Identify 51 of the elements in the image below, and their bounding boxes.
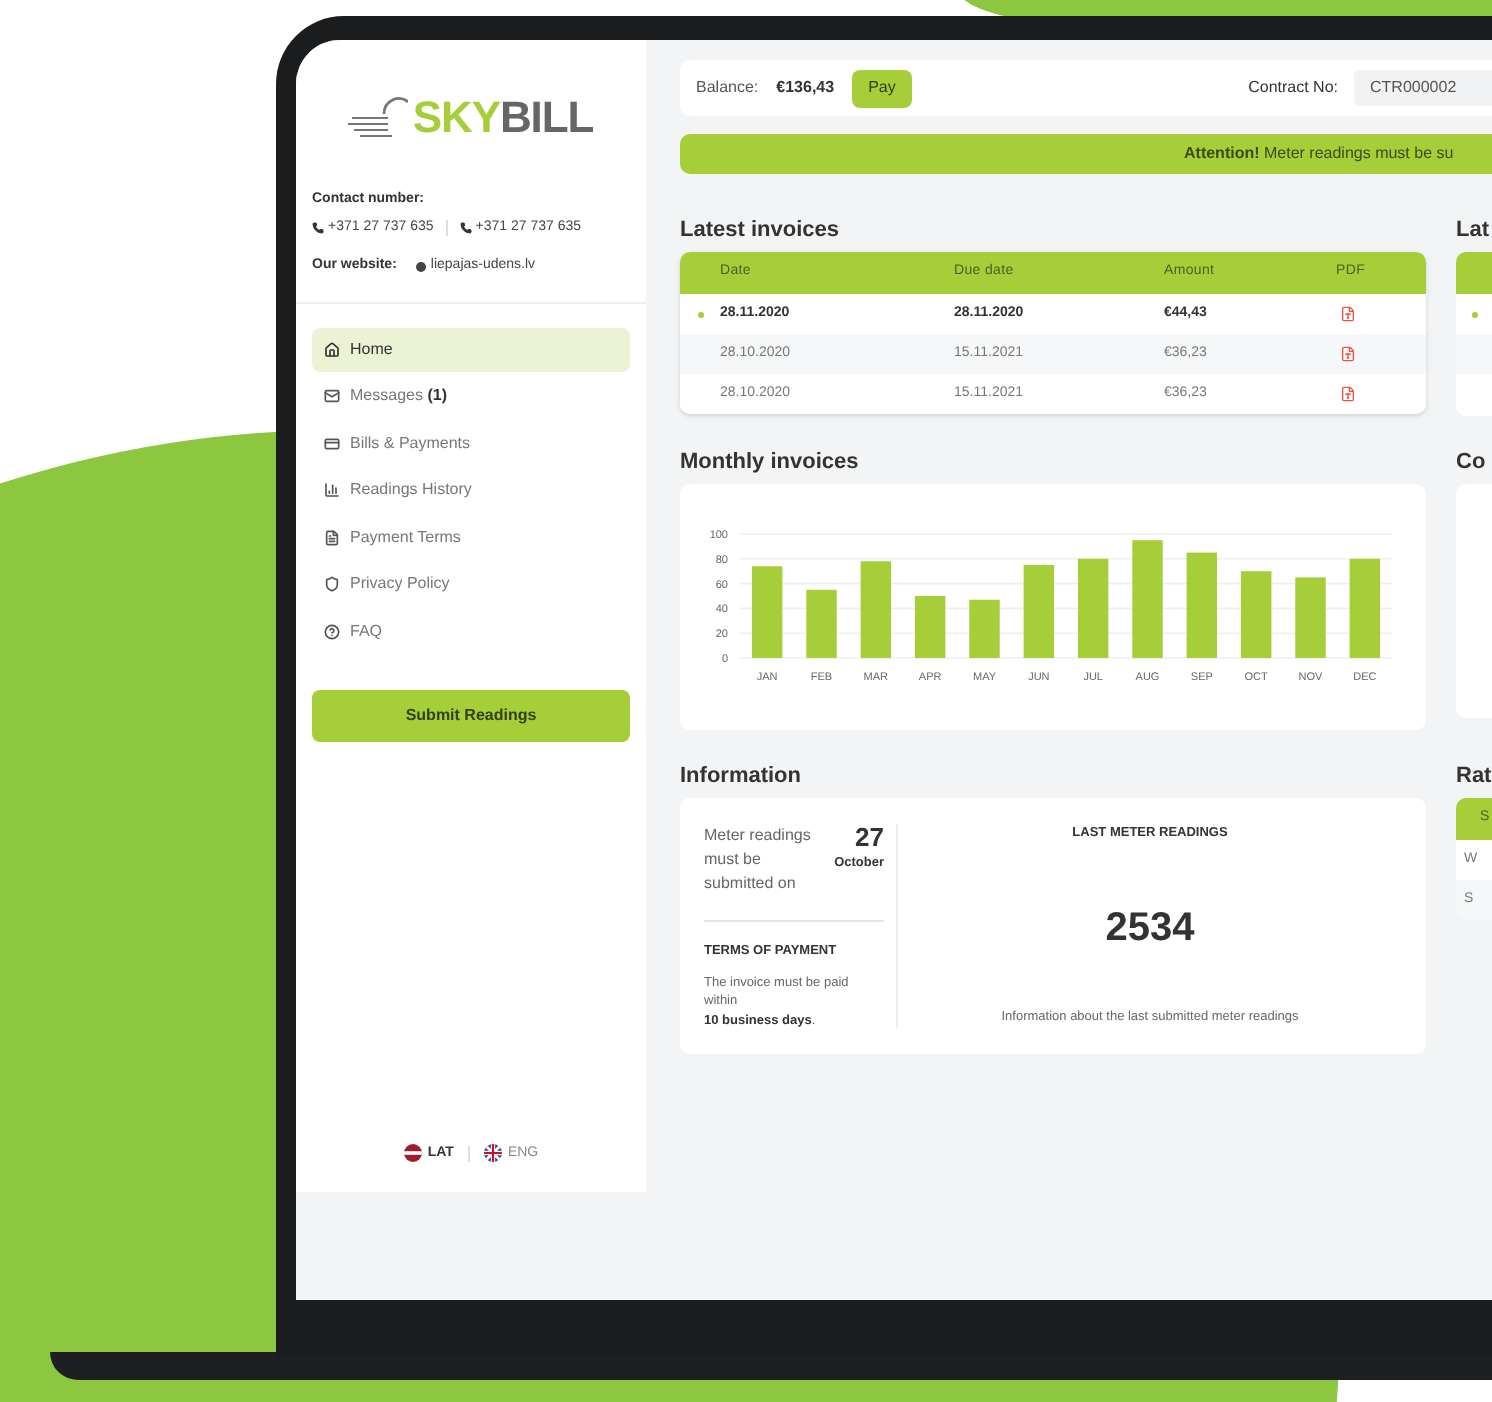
pay-button[interactable]: Pay (852, 69, 912, 107)
section-title: Co (1456, 448, 1488, 478)
attention-text: Attention! Meter readings must be su (1184, 142, 1454, 166)
section-title: Information (680, 762, 803, 792)
card-icon (324, 435, 340, 451)
chart-bar (860, 561, 892, 658)
balance-value: €136,43 (776, 76, 835, 100)
chart-bar (1295, 577, 1326, 658)
nav-item[interactable]: Bills & Payments (312, 421, 630, 465)
pdf-icon[interactable] (1340, 306, 1356, 322)
section-title: Monthly invoices (680, 448, 861, 478)
shield-icon (324, 576, 340, 592)
section-title: Lat (1456, 216, 1491, 246)
flag-icon (403, 1144, 422, 1163)
logo-text: SKYBILL (412, 96, 594, 140)
chart-bar (1349, 558, 1381, 658)
nav-item[interactable]: Privacy Policy (312, 562, 630, 606)
nav-item[interactable]: Home (312, 327, 630, 371)
nav-item[interactable]: Messages (1) (312, 374, 630, 418)
chart-bar (1077, 558, 1109, 658)
pdf-icon[interactable] (1340, 346, 1356, 362)
contract-label: Contract No: (1248, 76, 1338, 100)
chart-bar (806, 589, 837, 658)
phone-icon (312, 221, 324, 234)
section-title: Latest invoices (680, 216, 841, 246)
section-title: Rat (1456, 762, 1492, 792)
document-icon (324, 529, 340, 545)
balance-label: Balance: (696, 76, 759, 100)
nav-item[interactable]: Readings History (312, 468, 630, 512)
chart-bar (1240, 571, 1272, 658)
deadline-day: 27 (855, 824, 884, 850)
chart-bar (1186, 552, 1218, 658)
chart-bar (1023, 565, 1055, 658)
envelope-icon (324, 388, 340, 404)
pdf-icon[interactable] (1340, 386, 1356, 402)
phone-icon (459, 221, 472, 234)
deadline-text: Meter readings must be submitted on (704, 824, 813, 896)
chart-bar (914, 596, 946, 658)
submit-readings-button[interactable]: Submit Readings (312, 689, 630, 741)
nav-item[interactable]: Payment Terms (312, 515, 630, 559)
nav-item[interactable]: FAQ (312, 609, 630, 653)
flag-icon (483, 1144, 502, 1163)
chart-bar (969, 599, 1000, 658)
contract-field[interactable]: CTR000002 (1354, 70, 1492, 106)
last-reading-value: 2534 (1105, 903, 1195, 954)
chart-bar (751, 566, 783, 658)
home-icon (324, 341, 340, 357)
globe-icon (416, 261, 427, 272)
help-icon (324, 623, 340, 639)
chart-bar (1132, 540, 1163, 658)
bar-chart-icon (324, 482, 340, 498)
